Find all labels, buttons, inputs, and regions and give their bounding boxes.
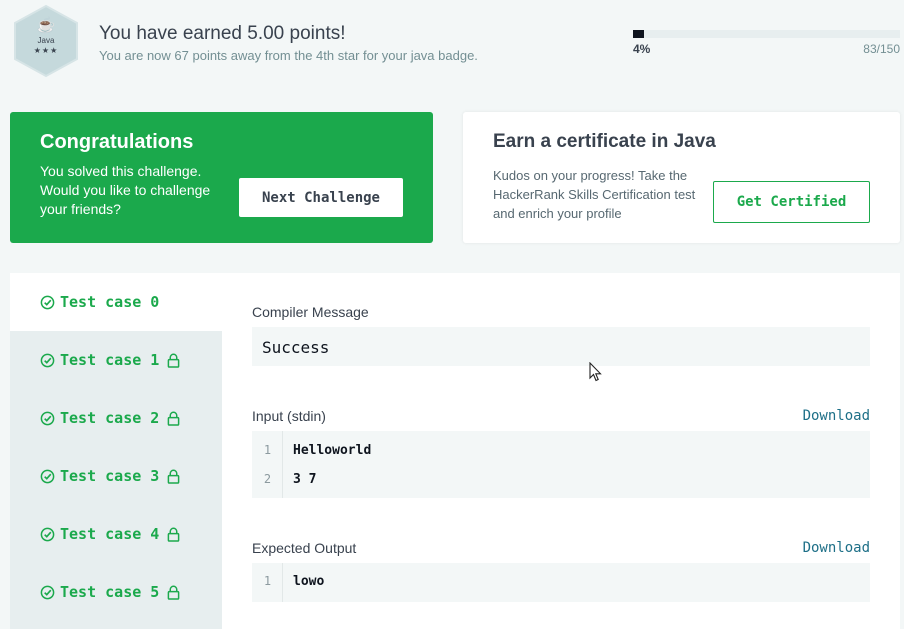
compiler-message-box: Success <box>252 327 870 366</box>
badge-language: Java <box>37 36 55 45</box>
line-number: 1 <box>263 574 272 588</box>
tab-label: Test case 5 <box>60 583 160 601</box>
input-label: Input (stdin) <box>252 408 326 424</box>
tab-label: Test case 1 <box>60 351 160 369</box>
mouse-cursor-icon <box>589 362 602 382</box>
points-remaining-text: You are now 67 points away from the 4th … <box>99 48 478 63</box>
tab-label: Test case 2 <box>60 409 160 427</box>
line-number: 1 <box>263 443 272 457</box>
expected-output-label: Expected Output <box>252 540 357 556</box>
line-text: Helloworld <box>293 443 372 458</box>
test-results-panel: Test case 0 Test case 1 Test case 2 Test… <box>10 273 900 629</box>
progress-count: 83/150 <box>863 42 900 56</box>
check-circle-icon <box>40 469 55 483</box>
check-circle-icon <box>40 353 55 367</box>
congrats-title: Congratulations <box>40 131 194 153</box>
expected-output-box: 1 lowo <box>252 563 870 602</box>
line-text: 3 7 <box>293 472 317 487</box>
certificate-card: Earn a certificate in Java Kudos on your… <box>463 112 900 243</box>
download-input-link[interactable]: Download <box>803 408 870 424</box>
tab-label: Test case 4 <box>60 525 160 543</box>
line-text: lowo <box>293 574 325 589</box>
lock-icon <box>167 527 180 542</box>
lock-icon <box>167 411 180 426</box>
check-circle-icon <box>40 411 55 425</box>
tab-test-case-5[interactable]: Test case 5 <box>10 563 222 621</box>
lock-icon <box>167 585 180 600</box>
download-expected-link[interactable]: Download <box>803 540 870 556</box>
tab-test-case-4[interactable]: Test case 4 <box>10 505 222 563</box>
badge-progress-fill <box>633 30 644 38</box>
certificate-text: Kudos on your progress! Take the HackerR… <box>493 168 696 221</box>
congratulations-card: Congratulations You solved this challeng… <box>10 112 433 243</box>
tab-label: Test case 3 <box>60 467 160 485</box>
lock-icon <box>167 469 180 484</box>
tab-test-case-0[interactable]: Test case 0 <box>10 273 222 331</box>
java-cup-icon: ☕ <box>36 17 56 34</box>
code-line: 2 3 7 <box>252 472 870 492</box>
points-earned-title: You have earned 5.00 points! <box>99 23 346 44</box>
lock-icon <box>167 353 180 368</box>
certificate-title: Earn a certificate in Java <box>493 131 716 152</box>
progress-percent: 4% <box>633 42 651 56</box>
line-number: 2 <box>263 472 272 486</box>
next-challenge-button[interactable]: Next Challenge <box>239 178 403 217</box>
tab-test-case-3[interactable]: Test case 3 <box>10 447 222 505</box>
check-circle-icon <box>40 585 55 599</box>
check-circle-icon <box>40 295 55 309</box>
code-line: 1 lowo <box>252 574 870 594</box>
compiler-message-label: Compiler Message <box>252 304 369 320</box>
tab-test-case-1[interactable]: Test case 1 <box>10 331 222 389</box>
check-circle-icon <box>40 527 55 541</box>
code-line: 1 Helloworld <box>252 443 870 463</box>
input-code-box: 1 Helloworld 2 3 7 <box>252 431 870 498</box>
tab-test-case-2[interactable]: Test case 2 <box>10 389 222 447</box>
badge-progress-bar <box>633 30 900 38</box>
java-badge: ☕ Java ★★★ <box>12 4 80 78</box>
tab-label: Test case 0 <box>60 293 160 311</box>
badge-stars: ★★★ <box>33 46 59 55</box>
congrats-text: You solved this challenge. Would you lik… <box>40 163 211 217</box>
get-certified-button[interactable]: Get Certified <box>713 181 870 223</box>
